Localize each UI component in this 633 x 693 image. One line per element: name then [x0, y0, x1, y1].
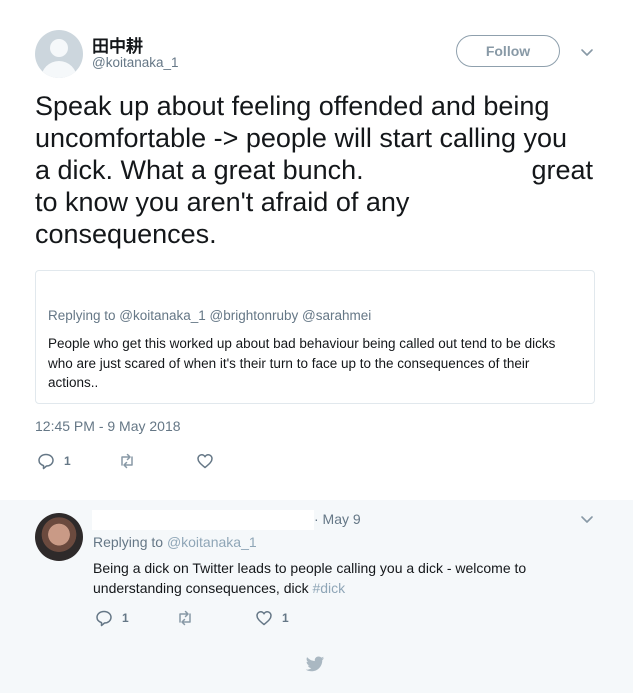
- retweet-icon[interactable]: [176, 609, 194, 627]
- tweet-timestamp[interactable]: 12:45 PM - 9 May 2018: [35, 418, 181, 434]
- reply-count: 1: [122, 611, 129, 625]
- tweet-text-line: to know you aren't afraid of any: [35, 187, 410, 217]
- follow-button[interactable]: Follow: [456, 35, 560, 67]
- reply-text-body: Being a dick on Twitter leads to people …: [93, 560, 527, 596]
- quoted-replying-to[interactable]: Replying to @koitanaka_1 @brightonruby @…: [48, 308, 371, 323]
- heart-icon[interactable]: [255, 609, 273, 627]
- author-avatar[interactable]: [35, 30, 83, 78]
- twitter-bird-icon[interactable]: [305, 656, 325, 673]
- replying-to-label: Replying to: [93, 534, 164, 550]
- reply-hashtag[interactable]: #dick: [312, 580, 345, 596]
- quoted-tweet-text: People who get this worked up about bad …: [48, 336, 556, 390]
- reply-icon[interactable]: [37, 452, 55, 470]
- chevron-down-icon[interactable]: [579, 44, 595, 60]
- tweet-text-segment: a dick. What a great bunch.: [35, 155, 364, 185]
- tweet-text: Speak up about feeling offended and bein…: [35, 90, 595, 250]
- tweet-text-line: uncomfortable -> people will start calli…: [35, 123, 568, 153]
- reply-replying-to: Replying to @koitanaka_1: [93, 534, 257, 550]
- tweet-text-line: consequences.: [35, 219, 217, 249]
- reply-count: 1: [64, 454, 71, 468]
- like-count: 1: [282, 611, 289, 625]
- chevron-down-icon[interactable]: [579, 511, 595, 527]
- avatar-placeholder-head: [50, 39, 68, 57]
- reply-date[interactable]: · May 9: [314, 511, 361, 527]
- reply-icon[interactable]: [95, 609, 113, 627]
- retweet-icon[interactable]: [118, 452, 136, 470]
- redacted-author-name: [92, 510, 314, 530]
- reply-text: Being a dick on Twitter leads to people …: [93, 558, 613, 598]
- avatar-placeholder-body: [41, 61, 77, 78]
- replying-to-mention[interactable]: @koitanaka_1: [167, 534, 257, 550]
- tweet-text-segment: great: [531, 155, 593, 185]
- reply-author-avatar[interactable]: [35, 513, 83, 561]
- author-name[interactable]: 田中耕: [92, 32, 143, 57]
- tweet-text-line: a dick. What a great bunch. great: [35, 154, 593, 186]
- author-handle[interactable]: @koitanaka_1: [92, 55, 179, 70]
- tweet-text-line: Speak up about feeling offended and bein…: [35, 91, 550, 121]
- heart-icon[interactable]: [196, 452, 214, 470]
